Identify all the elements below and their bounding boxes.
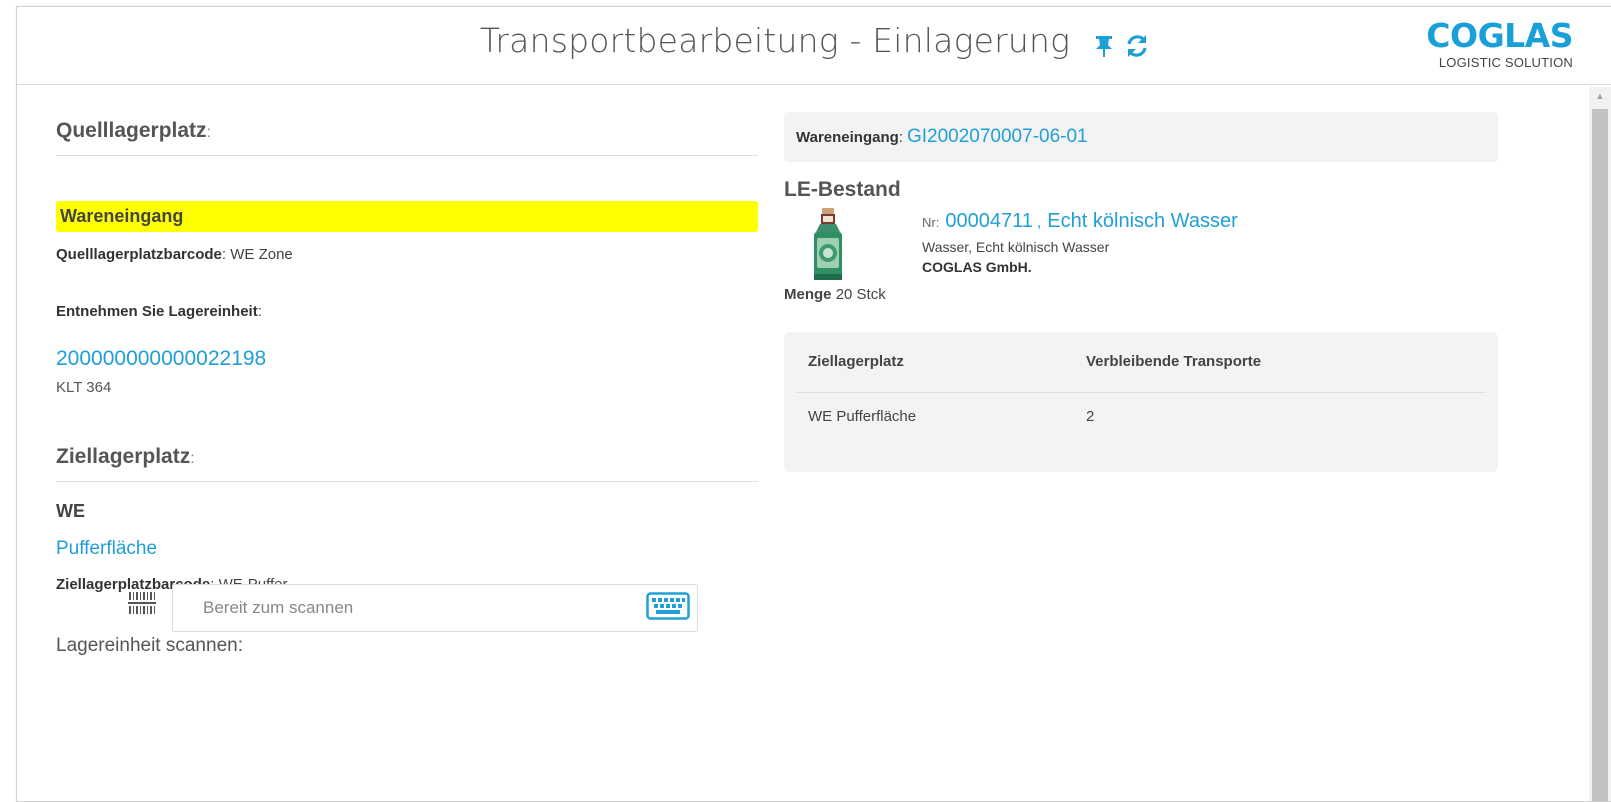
product-manufacturer: COGLAS GmbH. — [922, 259, 1032, 275]
scroll-up-arrow-icon[interactable]: ▲ — [1589, 87, 1611, 105]
unit-type: KLT 364 — [56, 379, 112, 396]
source-barcode: Quelllagerplatzbarcode: WE Zone — [56, 246, 293, 263]
right-column: Wareneingang: GI2002070007-06-01 LE-Best… — [784, 112, 1498, 472]
source-section-title: Quelllagerplatz: — [56, 119, 758, 156]
table-cell-remaining: 2 — [1086, 407, 1095, 425]
vertical-scrollbar[interactable]: ▲ — [1589, 87, 1611, 801]
column-header-target: Ziellagerplatz — [796, 332, 1074, 393]
take-unit-label: Entnehmen Sie Lagereinheit: — [56, 303, 262, 320]
source-highlight-label: Wareneingang — [56, 201, 758, 232]
scan-label: Lagereinheit scannen: — [56, 635, 243, 656]
table-header-row: Ziellagerplatz Verbleibende Transporte — [796, 332, 1486, 393]
barcode-icon — [128, 590, 156, 618]
target-section-title: Ziellagerplatz: — [56, 445, 758, 482]
logo-main-text: COGLAS — [1426, 16, 1573, 55]
goods-receipt-link[interactable]: GI2002070007-06-01 — [907, 126, 1088, 148]
product-bottle-image — [806, 208, 850, 282]
scan-row — [128, 584, 698, 632]
logo-sub-text: LOGISTIC SOLUTION — [1438, 55, 1573, 70]
coglas-logo: COGLAS LOGISTIC SOLUTION — [1403, 16, 1573, 71]
scan-input[interactable] — [172, 584, 698, 632]
target-place-link[interactable]: Pufferfläche — [56, 538, 157, 560]
transport-table-box: Ziellagerplatz Verbleibende Transporte W… — [784, 332, 1498, 472]
product-card: Menge 20 Stck Nr: 00004711, Echt kölnisch … — [784, 206, 1498, 306]
product-number-link[interactable]: 00004711 — [945, 210, 1033, 232]
transport-table: Ziellagerplatz Verbleibende Transporte W… — [796, 332, 1486, 440]
target-area: WE — [56, 501, 85, 521]
goods-receipt-label: Wareneingang — [796, 128, 899, 146]
pin-icon[interactable] — [1092, 28, 1116, 57]
product-info: Nr: 00004711, Echt kölnisch Wasser Wasser,… — [922, 210, 1238, 275]
quantity: Menge 20 Stck — [784, 286, 886, 303]
page-title: Transportbearbeitung - Einlagerung — [479, 21, 1071, 60]
table-cell-target: WE Pufferfläche — [808, 407, 917, 425]
column-header-remaining: Verbleibende Transporte — [1074, 332, 1486, 393]
table-row: WE Pufferfläche 2 — [796, 392, 1486, 440]
stock-title: LE-Bestand — [784, 178, 901, 201]
product-description: Wasser, Echt kölnisch Wasser — [922, 239, 1110, 255]
page-title-container: Transportbearbeitung - Einlagerung — [17, 21, 1611, 60]
refresh-icon[interactable] — [1124, 28, 1148, 57]
header-bar: Transportbearbeitung - Einlagerung COGLA… — [17, 7, 1611, 85]
keyboard-icon[interactable] — [646, 592, 690, 620]
unit-id-link[interactable]: 200000000000022198 — [56, 347, 266, 371]
goods-receipt-box: Wareneingang: GI2002070007-06-01 — [784, 112, 1498, 162]
product-number-line: Nr: 00004711, Echt kölnisch Wasser — [922, 210, 1238, 232]
app-window: Transportbearbeitung - Einlagerung COGLA… — [16, 6, 1611, 802]
product-name-link[interactable]: Echt kölnisch Wasser — [1047, 210, 1237, 232]
scroll-thumb[interactable] — [1592, 109, 1608, 801]
